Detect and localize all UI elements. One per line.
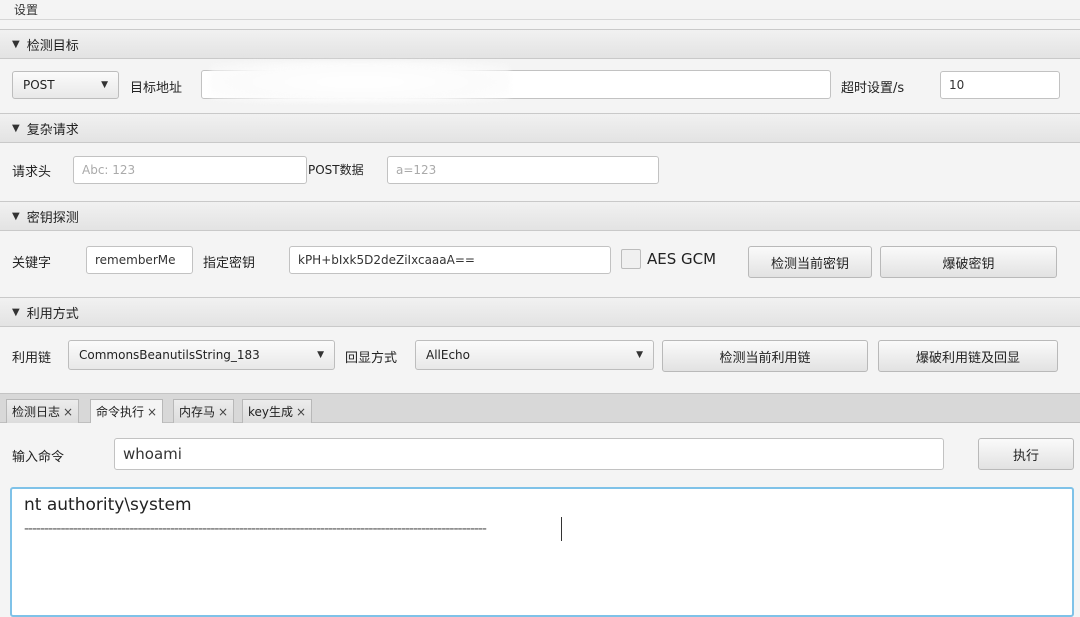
post-data-input[interactable]: a=123 bbox=[387, 156, 659, 184]
execute-button[interactable]: 执行 bbox=[978, 438, 1074, 470]
tab-memshell[interactable]: 内存马 × bbox=[173, 399, 235, 423]
menu-bar: 设置 bbox=[0, 0, 1080, 20]
chevron-down-icon: ▼ bbox=[636, 350, 643, 360]
redacted-blur bbox=[210, 61, 510, 103]
tab-log[interactable]: 检测日志 × bbox=[6, 399, 80, 423]
tab-label: key生成 bbox=[248, 405, 294, 419]
tab-label: 内存马 bbox=[179, 405, 216, 419]
key-input[interactable]: kPH+bIxk5D2deZiIxcaaaA== bbox=[289, 246, 611, 274]
output-separator: ----------------------------------------… bbox=[24, 521, 487, 537]
keyword-label: 关键字 bbox=[12, 256, 52, 271]
menu-settings[interactable]: 设置 bbox=[14, 1, 38, 18]
detect-key-button[interactable]: 检测当前密钥 bbox=[748, 246, 872, 278]
post-data-label: POST数据 bbox=[308, 163, 364, 177]
section-title-key: 密钥探测 bbox=[26, 210, 79, 226]
command-output[interactable]: nt authority\system --------------------… bbox=[10, 487, 1074, 617]
chain-label: 利用链 bbox=[12, 351, 52, 366]
aes-gcm-label: AES GCM bbox=[647, 250, 717, 268]
section-header-target[interactable]: ▼ 检测目标 bbox=[0, 29, 1080, 59]
section-title-complex: 复杂请求 bbox=[26, 122, 79, 138]
method-select[interactable]: POST ▼ bbox=[12, 71, 119, 99]
tab-label: 命令执行 bbox=[96, 405, 145, 419]
timeout-input[interactable]: 10 bbox=[940, 71, 1060, 99]
echo-select[interactable]: AllEcho ▼ bbox=[415, 340, 654, 370]
header-label: 请求头 bbox=[12, 165, 52, 180]
close-icon[interactable]: × bbox=[147, 405, 157, 419]
section-header-key[interactable]: ▼ 密钥探测 bbox=[0, 201, 1080, 231]
text-caret bbox=[561, 517, 562, 541]
command-label: 输入命令 bbox=[12, 450, 65, 465]
section-title-exploit: 利用方式 bbox=[26, 306, 79, 322]
collapse-icon: ▼ bbox=[12, 122, 20, 134]
chevron-down-icon: ▼ bbox=[101, 80, 108, 90]
section-header-exploit[interactable]: ▼ 利用方式 bbox=[0, 297, 1080, 327]
timeout-label: 超时设置/s bbox=[841, 81, 905, 96]
detect-chain-button[interactable]: 检测当前利用链 bbox=[662, 340, 868, 372]
aes-gcm-checkbox[interactable] bbox=[621, 249, 641, 269]
chevron-down-icon: ▼ bbox=[317, 350, 324, 360]
method-value: POST bbox=[23, 78, 55, 92]
collapse-icon: ▼ bbox=[12, 38, 20, 50]
tab-keygen[interactable]: key生成 × bbox=[242, 399, 313, 423]
key-label: 指定密钥 bbox=[203, 256, 256, 271]
close-icon[interactable]: × bbox=[218, 405, 228, 419]
command-input[interactable]: whoami bbox=[114, 438, 944, 470]
echo-label: 回显方式 bbox=[345, 351, 398, 366]
tab-label: 检测日志 bbox=[12, 405, 61, 419]
output-line: nt authority\system bbox=[24, 495, 192, 515]
chain-value: CommonsBeanutilsString_183 bbox=[79, 348, 260, 362]
target-label: 目标地址 bbox=[130, 81, 183, 96]
chain-select[interactable]: CommonsBeanutilsString_183 ▼ bbox=[68, 340, 335, 370]
keyword-input[interactable]: rememberMe bbox=[86, 246, 193, 274]
echo-value: AllEcho bbox=[426, 348, 471, 362]
tab-bar: 检测日志 × 命令执行 × 内存马 × key生成 × bbox=[0, 393, 1080, 423]
close-icon[interactable]: × bbox=[296, 405, 306, 419]
brute-chain-button[interactable]: 爆破利用链及回显 bbox=[878, 340, 1058, 372]
collapse-icon: ▼ bbox=[12, 306, 20, 318]
section-header-complex[interactable]: ▼ 复杂请求 bbox=[0, 113, 1080, 143]
section-title-target: 检测目标 bbox=[26, 38, 79, 54]
close-icon[interactable]: × bbox=[63, 405, 73, 419]
collapse-icon: ▼ bbox=[12, 210, 20, 222]
tab-command[interactable]: 命令执行 × bbox=[90, 399, 164, 423]
brute-key-button[interactable]: 爆破密钥 bbox=[880, 246, 1057, 278]
request-header-input[interactable]: Abc: 123 bbox=[73, 156, 307, 184]
